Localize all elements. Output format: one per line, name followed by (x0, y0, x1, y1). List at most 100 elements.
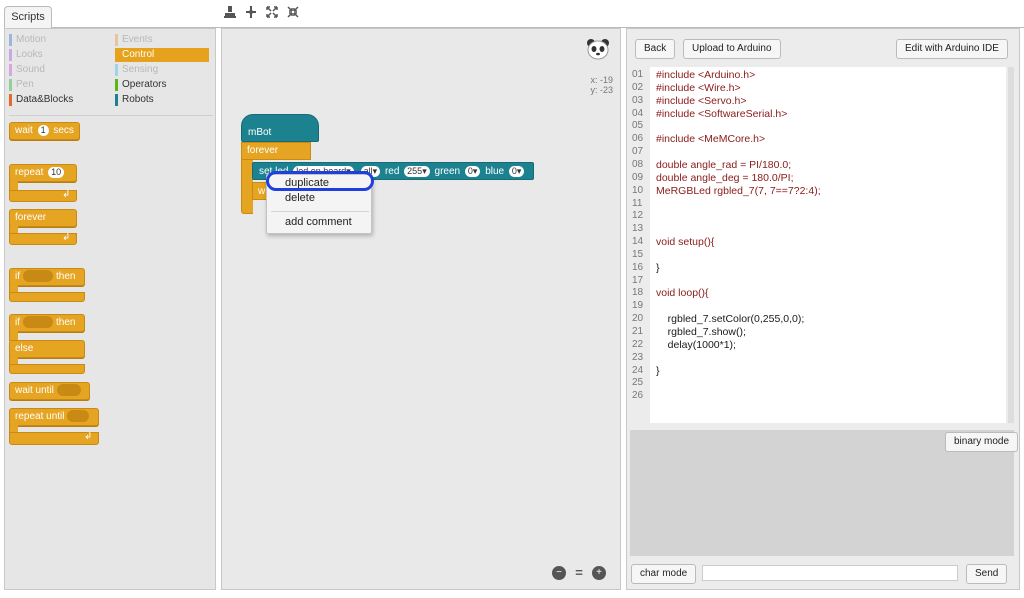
menu-item-add-comment[interactable]: add comment (285, 216, 352, 228)
highlight-circle (266, 171, 374, 191)
back-button[interactable]: Back (635, 39, 676, 59)
menu-item-delete[interactable]: delete (285, 192, 315, 204)
line-number: 19 (632, 300, 644, 312)
condition-slot[interactable] (56, 384, 81, 397)
category-pen[interactable]: Pen (9, 78, 109, 92)
line-number: 02 (632, 81, 644, 93)
repeat-count-input[interactable]: 10 (48, 167, 65, 178)
condition-slot[interactable] (67, 410, 90, 423)
loop-arrow-icon: ↲ (62, 189, 71, 200)
line-number: 12 (632, 210, 644, 222)
category-sensing[interactable]: Sensing (115, 63, 209, 77)
category-motion[interactable]: Motion (9, 33, 109, 47)
line-number: 15 (632, 248, 644, 260)
y-coordinate: y: -23 (590, 85, 613, 95)
line-number: 05 (632, 120, 644, 132)
loop-arrow-icon: ↲ (84, 431, 93, 442)
category-robots[interactable]: Robots (115, 93, 209, 107)
zoom-controls: − = + (552, 566, 606, 580)
line-number: 25 (632, 377, 644, 389)
category-operators[interactable]: Operators (115, 78, 209, 92)
code-line: #include <SoftwareSerial.h> (656, 107, 788, 120)
category-control[interactable]: Control (115, 48, 209, 62)
line-number: 14 (632, 236, 644, 248)
line-number: 09 (632, 171, 644, 183)
code-line: delay(1000*1); (656, 338, 736, 351)
line-number: 01 (632, 69, 644, 80)
code-line: } (656, 261, 660, 274)
x-coordinate: x: -19 (590, 75, 613, 85)
script-canvas[interactable] (221, 28, 621, 590)
menu-divider (271, 211, 369, 212)
code-line: #include <MeMCore.h> (656, 133, 766, 146)
category-sound[interactable]: Sound (9, 63, 109, 77)
zoom-reset-icon[interactable]: = (572, 566, 586, 580)
wait-until-block[interactable]: wait until (9, 382, 90, 400)
code-line: rgbled_7.show(); (656, 326, 746, 338)
code-line: #include <Servo.h> (656, 94, 747, 107)
code-line: double angle_rad = PI/180.0; (656, 158, 792, 171)
cut-icon[interactable] (245, 5, 257, 19)
red-value-dropdown[interactable]: 255▾ (404, 166, 430, 177)
sprite-tools (224, 5, 299, 19)
code-line: } (656, 364, 660, 377)
sprite-coordinates: x: -19 y: -23 (585, 75, 613, 95)
code-line: rgbled_7.setColor(0,255,0,0); (656, 313, 805, 326)
wait-secs-block[interactable]: wait 1 secs (9, 122, 80, 140)
category-events[interactable]: Events (115, 33, 209, 47)
if-then-else-bottom (9, 364, 85, 374)
mbot-program-hat-block[interactable]: mBot Program (241, 114, 319, 154)
char-mode-button[interactable]: char mode (631, 564, 697, 584)
forever-block[interactable]: forever (9, 209, 77, 227)
if-then-else-block[interactable]: if then (9, 314, 85, 332)
tab-scripts[interactable]: Scripts (4, 6, 52, 28)
condition-slot[interactable] (23, 316, 53, 329)
line-number: 18 (632, 287, 644, 299)
line-number: 16 (632, 261, 644, 273)
binary-mode-button[interactable]: binary mode (945, 432, 1019, 452)
zoom-out-icon[interactable]: − (552, 566, 566, 580)
edit-with-arduino-ide-button[interactable]: Edit with Arduino IDE (896, 39, 1008, 59)
repeat-block[interactable]: repeat 10 (9, 164, 77, 182)
grow-icon[interactable] (266, 5, 278, 19)
shrink-icon[interactable] (287, 5, 299, 19)
code-line: double angle_deg = 180.0/PI; (656, 171, 794, 184)
upload-to-arduino-button[interactable]: Upload to Arduino (683, 39, 781, 59)
repeat-block-bottom: ↲ (9, 189, 77, 202)
category-looks[interactable]: Looks (9, 48, 109, 62)
loop-arrow-icon: ↲ (62, 232, 71, 243)
line-number: 06 (632, 133, 644, 145)
zoom-in-icon[interactable]: + (592, 566, 606, 580)
palette-divider (9, 115, 213, 116)
condition-slot[interactable] (23, 270, 53, 283)
if-then-block[interactable]: if then (9, 268, 85, 286)
block-palette: Motion Looks Sound Pen Data&Blocks Event… (4, 28, 216, 590)
line-number: 10 (632, 184, 644, 196)
send-input[interactable] (702, 565, 958, 581)
code-line: void setup(){ (656, 236, 715, 249)
line-number: 03 (632, 94, 644, 106)
line-number: 22 (632, 338, 644, 350)
line-number: 21 (632, 326, 644, 337)
line-number: 04 (632, 107, 644, 119)
line-number: 20 (632, 313, 644, 325)
line-number: 26 (632, 390, 644, 402)
line-number: 11 (632, 197, 643, 209)
panda-sprite-icon[interactable] (586, 38, 610, 62)
stamp-icon[interactable] (224, 5, 236, 19)
line-number: 17 (632, 274, 644, 286)
line-number: 23 (632, 351, 644, 363)
else-section: else (9, 340, 85, 358)
line-number: 24 (632, 364, 644, 376)
green-value-dropdown[interactable]: 0▾ (464, 166, 481, 177)
canvas-forever-block[interactable]: forever (241, 142, 311, 160)
wait-secs-input[interactable]: 1 (37, 125, 49, 136)
line-number: 13 (632, 223, 644, 235)
repeat-until-block[interactable]: repeat until (9, 408, 99, 426)
code-scrollbar[interactable] (1008, 67, 1014, 423)
line-number: 08 (632, 158, 644, 170)
send-button[interactable]: Send (966, 564, 1008, 584)
category-data-blocks[interactable]: Data&Blocks (9, 93, 109, 107)
if-then-block-bottom (9, 292, 85, 302)
blue-value-dropdown[interactable]: 0▾ (508, 166, 525, 177)
